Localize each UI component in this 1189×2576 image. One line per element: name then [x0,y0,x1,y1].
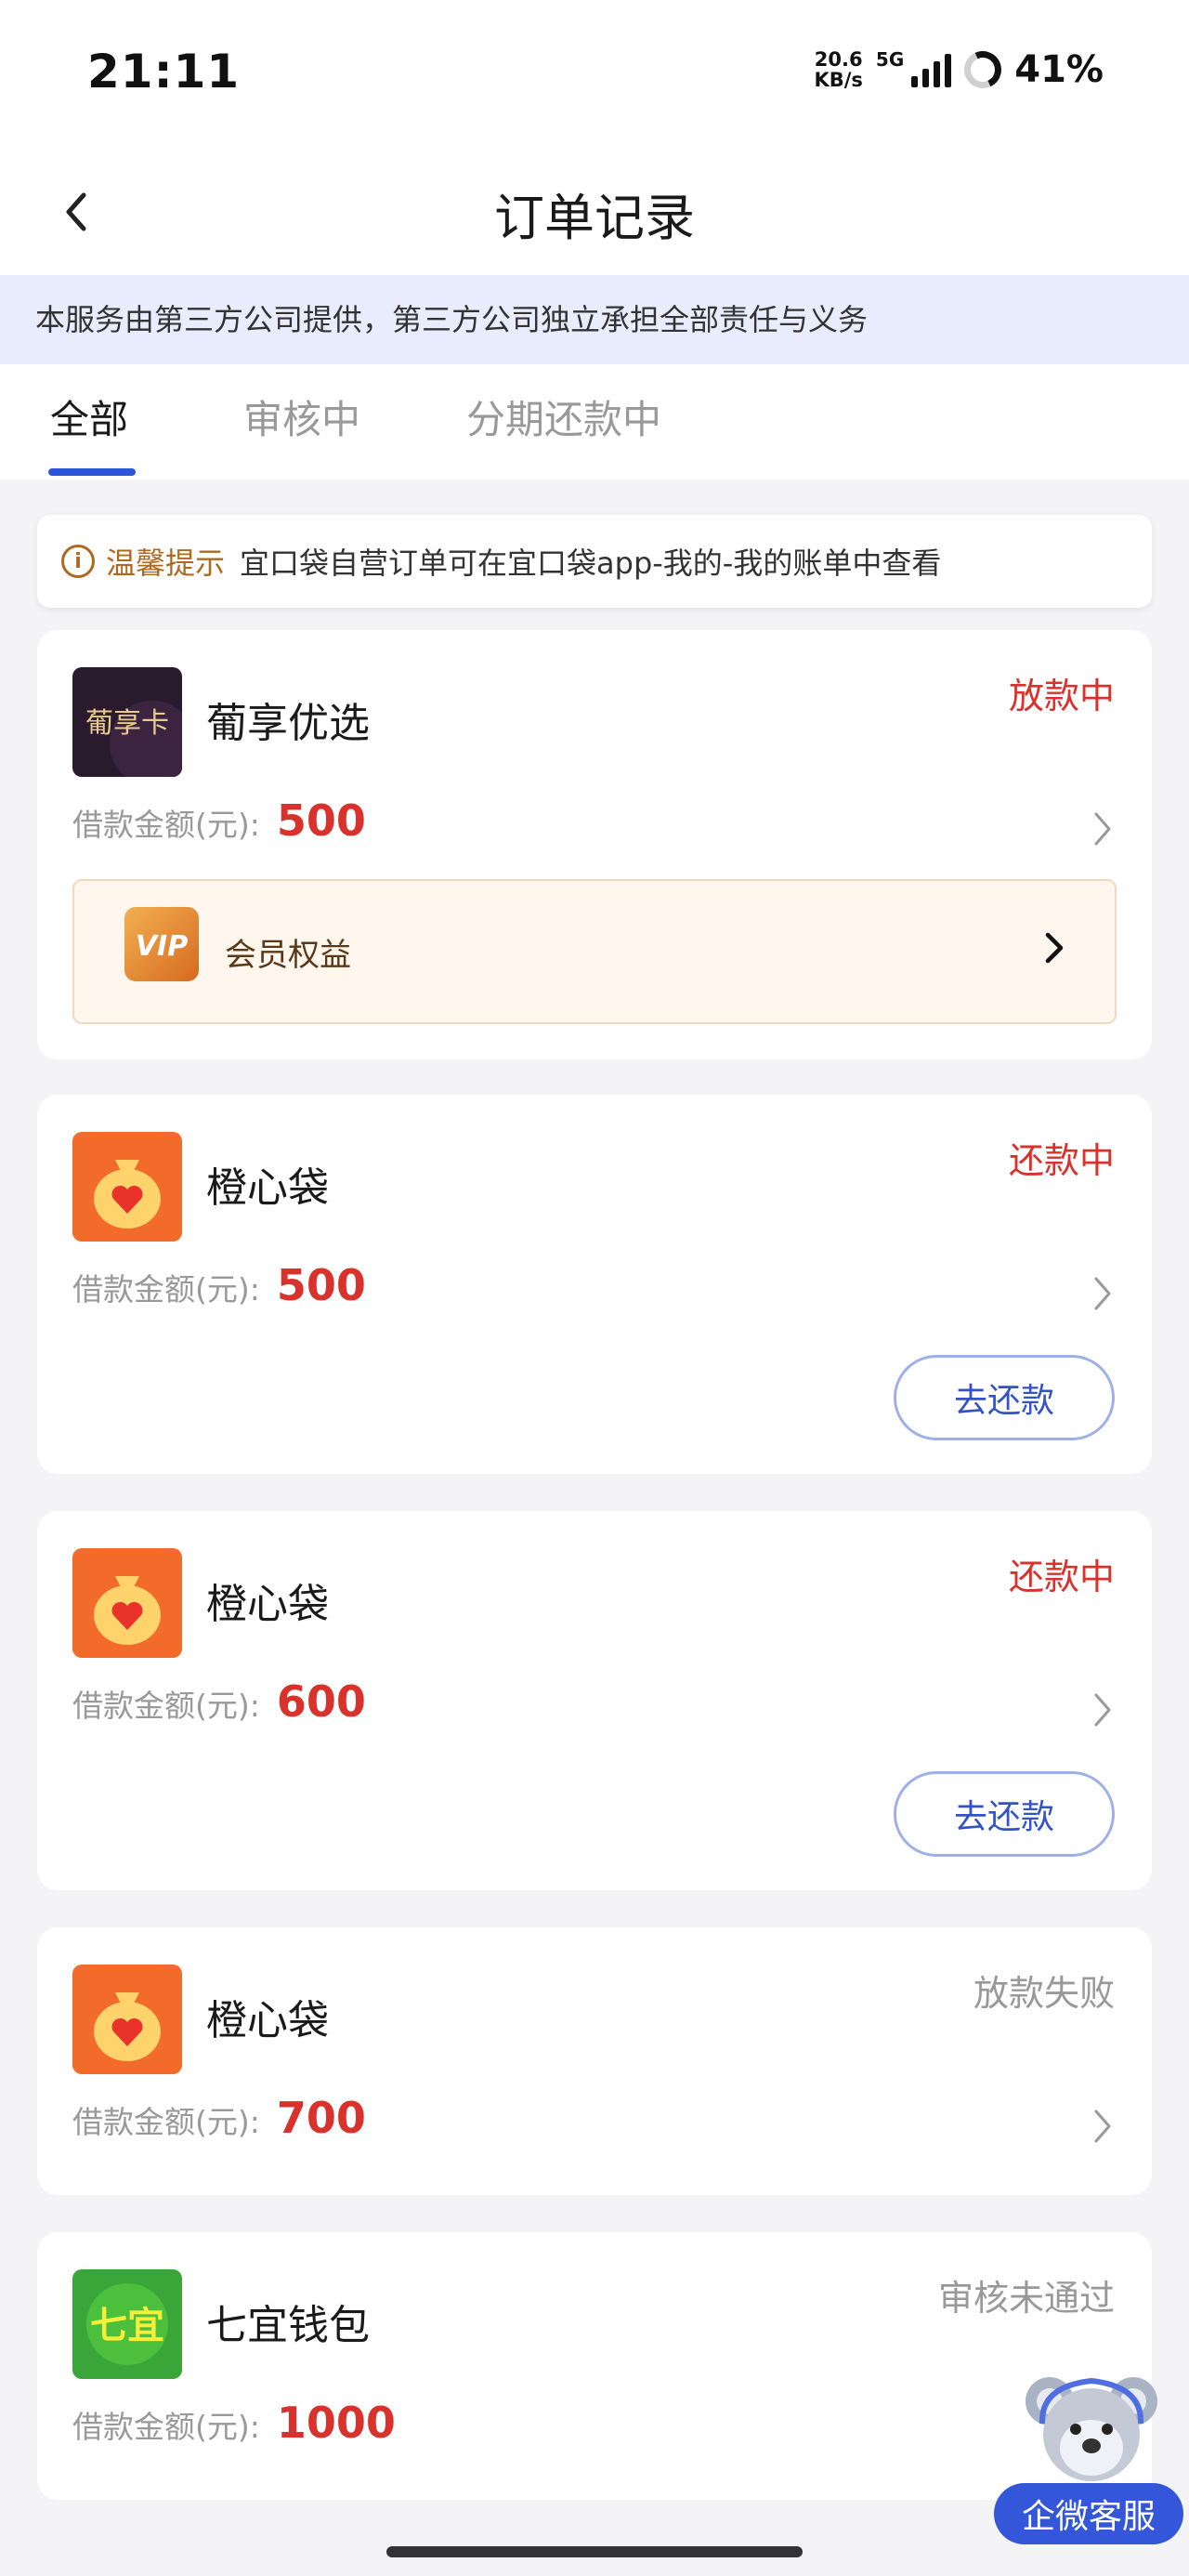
network-speed-value: 20.6 [814,48,863,71]
tab-all[interactable]: 全部 [50,388,128,445]
signal-icon [911,52,952,87]
warm-tip: i 温馨提示 宜口袋自营订单可在宜口袋app-我的-我的账单中查看 [37,515,1152,608]
member-benefits-row[interactable]: VIP 会员权益 [72,879,1117,1024]
amount-label: 借款金额(元): [72,1271,260,1308]
amount-row: 借款金额(元): 1000 [72,2398,396,2448]
tab-reviewing[interactable]: 审核中 [243,388,360,445]
network-speed-unit: KB/s [814,69,863,91]
money-bag-icon [72,1132,182,1242]
product-name: 葡享优选 [206,700,370,747]
home-indicator[interactable] [386,2546,803,2557]
tab-installment-repaying[interactable]: 分期还款中 [466,388,661,445]
tab-bar: 全部 审核中 分期还款中 [0,364,1189,480]
money-bag-icon [72,1965,182,2074]
chevron-right-icon[interactable] [1089,2106,1117,2147]
tab-indicator [48,468,136,476]
nav-bar: 订单记录 [0,149,1189,275]
product-logo: 七宜 [72,2269,182,2379]
battery-icon [959,46,1007,94]
order-status: 还款中 [1008,1557,1115,1597]
amount-value: 600 [276,1676,366,1727]
amount-value: 1000 [276,2398,396,2448]
status-bar: 21:11 20.6 KB/s 5G 41% [0,0,1189,149]
member-benefits-label: 会员权益 [225,937,351,974]
status-indicators: 20.6 KB/s 5G 41% [814,46,1104,94]
status-time: 21:11 [87,45,241,99]
order-card[interactable]: 葡享卡 葡享优选 放款中 借款金额(元): 500 VIP 会员权益 [37,630,1152,1059]
network-type: 5G [875,48,905,71]
product-name: 橙心袋 [206,1581,329,1628]
product-logo-text: 葡享卡 [85,707,169,740]
order-card[interactable]: 橙心袋 还款中 借款金额(元): 600 去还款 [37,1511,1152,1890]
chevron-right-icon [1045,932,1064,964]
repay-button[interactable]: 去还款 [894,1771,1115,1857]
chevron-right-icon[interactable] [1089,1689,1117,1730]
order-card[interactable]: 七宜 七宜钱包 审核未通过 借款金额(元): 1000 [37,2232,1152,2500]
amount-value: 700 [276,2093,366,2143]
tip-label: 温馨提示 [106,545,226,581]
amount-row: 借款金额(元): 600 [72,1676,366,1727]
product-name: 七宜钱包 [206,2302,370,2349]
product-name: 橙心袋 [206,1164,329,1212]
amount-value: 500 [276,1260,366,1310]
koala-mascot-icon [1026,2377,1157,2481]
amount-row: 借款金额(元): 700 [72,2093,366,2143]
amount-label: 借款金额(元): [72,2409,260,2445]
customer-service-button[interactable]: 企微客服 [992,2359,1183,2544]
order-status: 审核未通过 [937,2278,1115,2319]
third-party-notice: 本服务由第三方公司提供，第三方公司独立承担全部责任与义务 [0,275,1189,364]
network-speed: 20.6 KB/s [814,49,862,90]
amount-label: 借款金额(元): [72,2104,260,2140]
amount-row: 借款金额(元): 500 [72,1260,366,1310]
order-status: 还款中 [1008,1140,1115,1181]
product-logo-text: 七宜 [90,2305,164,2347]
customer-service-label: 企微客服 [994,2483,1183,2544]
order-card[interactable]: 橙心袋 放款失败 借款金额(元): 700 [37,1927,1152,2195]
amount-row: 借款金额(元): 500 [72,795,366,846]
page-title: 订单记录 [494,189,695,247]
product-logo: 葡享卡 [72,667,182,777]
chevron-right-icon[interactable] [1089,1273,1117,1314]
order-status: 放款失败 [973,1973,1115,2014]
order-status: 放款中 [1008,676,1115,716]
info-icon: i [61,545,95,578]
vip-icon: VIP [124,907,199,981]
amount-label: 借款金额(元): [72,807,260,843]
money-bag-icon [72,1548,182,1658]
tip-text: 宜口袋自营订单可在宜口袋app-我的-我的账单中查看 [240,545,942,581]
battery-percentage: 41% [1014,48,1104,91]
chevron-right-icon[interactable] [1089,808,1117,849]
repay-button[interactable]: 去还款 [894,1355,1115,1440]
amount-value: 500 [276,795,366,846]
amount-label: 借款金额(元): [72,1688,260,1724]
vip-badge-text: VIP [136,930,188,963]
order-card[interactable]: 橙心袋 还款中 借款金额(元): 500 去还款 [37,1095,1152,1474]
product-name: 橙心袋 [206,1997,329,2044]
